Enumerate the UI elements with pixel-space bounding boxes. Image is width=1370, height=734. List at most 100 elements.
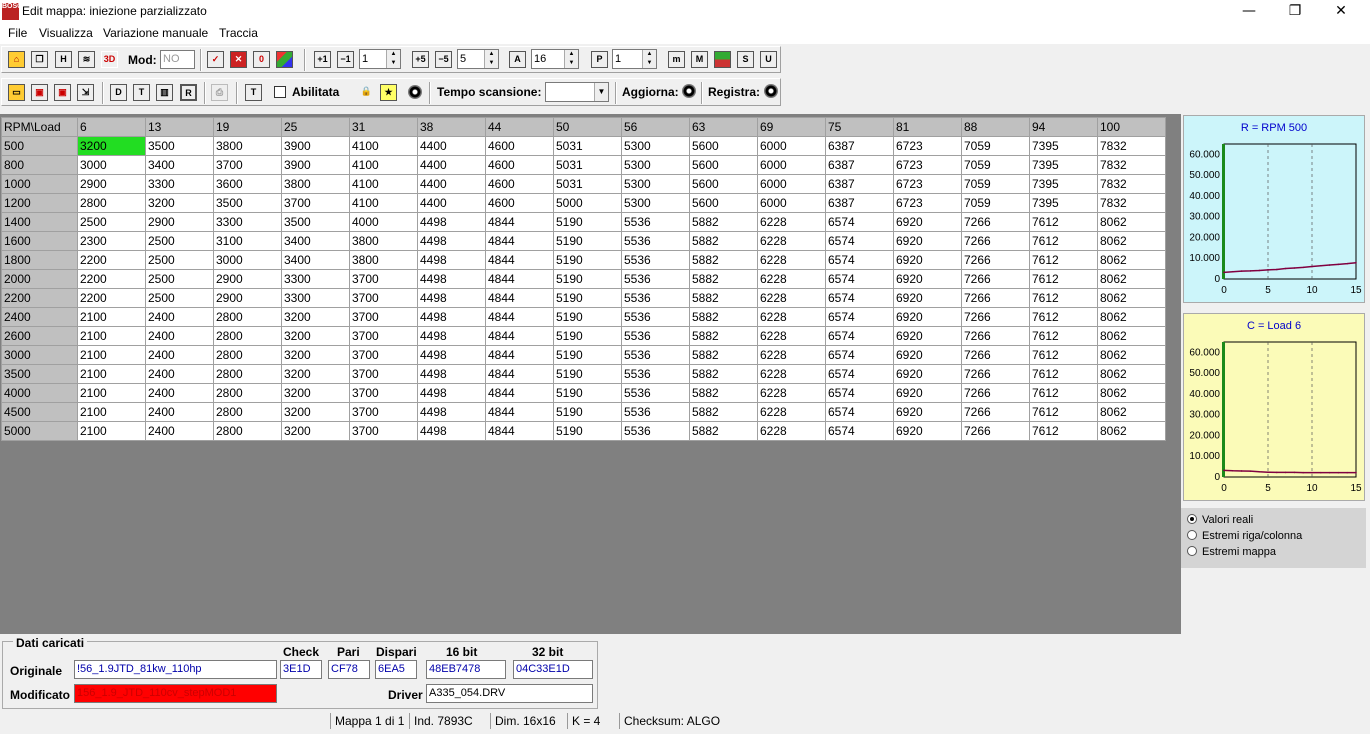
t-icon[interactable]: T bbox=[133, 84, 150, 101]
map-cell[interactable]: 2500 bbox=[145, 288, 214, 308]
map-cell[interactable]: 6228 bbox=[757, 288, 826, 308]
map-cell[interactable]: 7266 bbox=[961, 345, 1030, 365]
p-icon[interactable]: P bbox=[591, 51, 608, 68]
map-cell[interactable]: 4844 bbox=[485, 250, 554, 270]
maximize-button[interactable]: ❐ bbox=[1272, 0, 1318, 24]
map-cell[interactable]: 4844 bbox=[485, 212, 554, 232]
scan-knob-icon[interactable] bbox=[408, 85, 422, 99]
map-cell[interactable]: 3800 bbox=[281, 174, 350, 194]
map-cell[interactable]: 3000 bbox=[77, 155, 146, 175]
graph-icon[interactable]: ≋ bbox=[78, 51, 95, 68]
map-cell[interactable]: 6228 bbox=[757, 326, 826, 346]
map-cell[interactable]: 5882 bbox=[689, 364, 758, 384]
map-cell[interactable]: 8062 bbox=[1097, 231, 1166, 251]
map-cell[interactable]: 3700 bbox=[349, 345, 418, 365]
map-cell[interactable]: 8062 bbox=[1097, 269, 1166, 289]
map-cell[interactable]: 2900 bbox=[213, 269, 282, 289]
runner-icon[interactable]: ★ bbox=[380, 84, 397, 101]
map-cell[interactable]: 3800 bbox=[349, 250, 418, 270]
map-cell[interactable]: 5600 bbox=[689, 193, 758, 213]
map-cell[interactable]: 5190 bbox=[553, 269, 622, 289]
map-cell[interactable]: 3700 bbox=[349, 307, 418, 327]
map-cell[interactable]: 4498 bbox=[417, 383, 486, 403]
map-cell[interactable]: 2900 bbox=[213, 288, 282, 308]
map-cell[interactable]: 4600 bbox=[485, 136, 554, 156]
load-column-header[interactable]: 44 bbox=[485, 117, 554, 137]
map-cell[interactable]: 6920 bbox=[893, 288, 962, 308]
map-cell[interactable]: 5190 bbox=[553, 421, 622, 441]
map-cell[interactable]: 7832 bbox=[1097, 136, 1166, 156]
rpm-row-header[interactable]: 4000 bbox=[1, 383, 78, 403]
table-icon[interactable]: H bbox=[55, 51, 72, 68]
load-column-header[interactable]: 63 bbox=[689, 117, 758, 137]
map-cell[interactable]: 2200 bbox=[77, 288, 146, 308]
map-cell[interactable]: 3300 bbox=[145, 174, 214, 194]
map-cell[interactable]: 3900 bbox=[281, 155, 350, 175]
map-cell[interactable]: 6920 bbox=[893, 231, 962, 251]
map-cell[interactable]: 6920 bbox=[893, 345, 962, 365]
s-icon[interactable]: S bbox=[737, 51, 754, 68]
map-cell[interactable]: 3400 bbox=[281, 231, 350, 251]
map-cell[interactable]: 6920 bbox=[893, 383, 962, 403]
spinner-arrows-icon[interactable]: ▲ ▼ bbox=[386, 50, 400, 68]
map-cell[interactable]: 5882 bbox=[689, 421, 758, 441]
map-cell[interactable]: 2800 bbox=[77, 193, 146, 213]
map-cell[interactable]: 5600 bbox=[689, 155, 758, 175]
map-cell[interactable]: 5190 bbox=[553, 212, 622, 232]
map-cell[interactable]: 2400 bbox=[145, 402, 214, 422]
map-cell[interactable]: 3200 bbox=[281, 383, 350, 403]
map-cell[interactable]: 4844 bbox=[485, 231, 554, 251]
map-cell[interactable]: 4844 bbox=[485, 288, 554, 308]
map-cell[interactable]: 3200 bbox=[281, 421, 350, 441]
map-cell[interactable]: 6920 bbox=[893, 402, 962, 422]
map-cell[interactable]: 6387 bbox=[825, 174, 894, 194]
map-cell[interactable]: 7612 bbox=[1029, 231, 1098, 251]
rpm-row-header[interactable]: 5000 bbox=[1, 421, 78, 441]
windows-icon[interactable]: ❐ bbox=[31, 51, 48, 68]
map-cell[interactable]: 7612 bbox=[1029, 250, 1098, 270]
map-cell[interactable]: 3600 bbox=[213, 174, 282, 194]
map-cell[interactable]: 3700 bbox=[213, 155, 282, 175]
t-box-icon[interactable]: T bbox=[245, 84, 262, 101]
export-icon[interactable]: ⇲ bbox=[77, 84, 94, 101]
map-cell[interactable]: 4100 bbox=[349, 155, 418, 175]
3d-icon[interactable]: 3D bbox=[101, 51, 118, 68]
step1-spinner[interactable]: 1 ▲ ▼ bbox=[359, 49, 401, 69]
map-cell[interactable]: 6723 bbox=[893, 155, 962, 175]
load-column-header[interactable]: 69 bbox=[757, 117, 826, 137]
map-cell[interactable]: 3100 bbox=[213, 231, 282, 251]
map-cell[interactable]: 5882 bbox=[689, 288, 758, 308]
lock-icon[interactable]: 🔒 bbox=[358, 84, 375, 101]
map-cell[interactable]: 7266 bbox=[961, 421, 1030, 441]
map-cell[interactable]: 3200 bbox=[281, 402, 350, 422]
chevron-down-icon[interactable]: ▼ bbox=[594, 83, 608, 101]
map-cell[interactable]: 6228 bbox=[757, 250, 826, 270]
open-folder-icon[interactable]: ▭ bbox=[8, 84, 25, 101]
rpm-row-header[interactable]: 1400 bbox=[1, 212, 78, 232]
save-icon[interactable]: ▣ bbox=[31, 84, 48, 101]
map-cell[interactable]: 4498 bbox=[417, 269, 486, 289]
map-cell[interactable]: 2500 bbox=[145, 250, 214, 270]
d-icon[interactable]: D bbox=[110, 84, 127, 101]
map-cell[interactable]: 3500 bbox=[213, 193, 282, 213]
map-cell[interactable]: 6723 bbox=[893, 193, 962, 213]
map-cell[interactable]: 2400 bbox=[145, 383, 214, 403]
map-cell[interactable]: 5600 bbox=[689, 136, 758, 156]
map-cell[interactable]: 4844 bbox=[485, 307, 554, 327]
zero-icon[interactable]: 0 bbox=[253, 51, 270, 68]
p-spinner[interactable]: 1 ▲ ▼ bbox=[612, 49, 657, 69]
map-cell[interactable]: 5190 bbox=[553, 250, 622, 270]
x-icon[interactable]: ✕ bbox=[230, 51, 247, 68]
map-cell[interactable]: 7395 bbox=[1029, 155, 1098, 175]
map-cell[interactable]: 5190 bbox=[553, 326, 622, 346]
map-cell[interactable]: 8062 bbox=[1097, 364, 1166, 384]
map-cell[interactable]: 5536 bbox=[621, 402, 690, 422]
map-cell[interactable]: 2800 bbox=[213, 383, 282, 403]
map-cell[interactable]: 6000 bbox=[757, 136, 826, 156]
map-cell[interactable]: 6574 bbox=[825, 212, 894, 232]
map-cell[interactable]: 6920 bbox=[893, 307, 962, 327]
map-cell[interactable]: 7059 bbox=[961, 136, 1030, 156]
map-cell[interactable]: 3200 bbox=[281, 364, 350, 384]
map-cell[interactable]: 5882 bbox=[689, 345, 758, 365]
map-cell[interactable]: 5536 bbox=[621, 250, 690, 270]
